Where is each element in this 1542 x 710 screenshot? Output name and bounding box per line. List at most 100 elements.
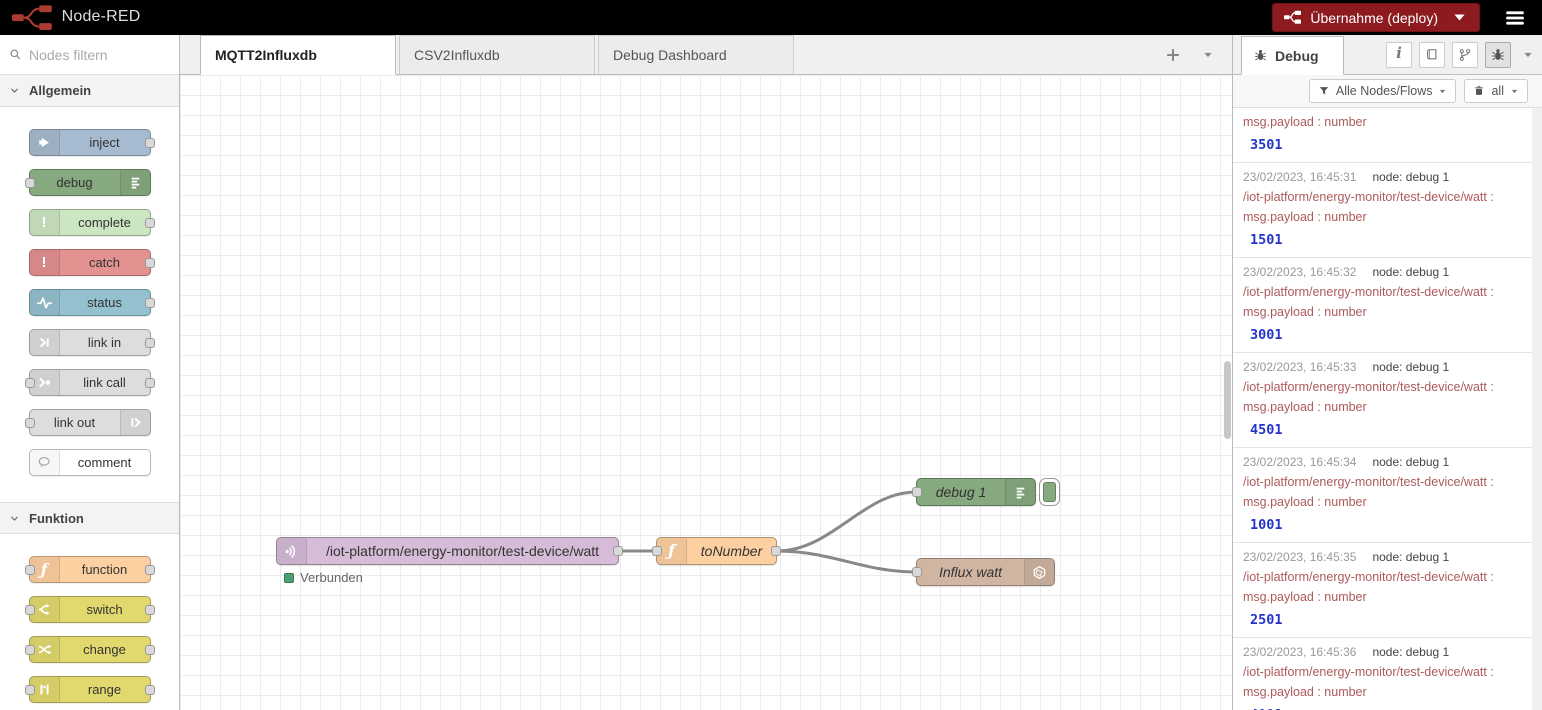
debug-message[interactable]: msg.payload : number3501 — [1233, 108, 1542, 163]
flow-list-caret-icon[interactable] — [1202, 49, 1214, 61]
debug-scrollbar[interactable] — [1532, 108, 1542, 710]
node-port-right[interactable] — [613, 546, 623, 556]
message-value[interactable]: 4001 — [1243, 702, 1522, 710]
node-port-right[interactable] — [145, 378, 155, 388]
message-timestamp: 23/02/2023, 16:45:34 — [1243, 452, 1356, 472]
palette-node-inject[interactable]: inject — [29, 129, 151, 156]
debug-message[interactable]: 23/02/2023, 16:45:31node: debug 1/iot-pl… — [1233, 163, 1542, 258]
range-icon — [37, 682, 52, 697]
debug-enable-toggle[interactable] — [1039, 478, 1060, 506]
node-port-right[interactable] — [145, 645, 155, 655]
palette-node-status[interactable]: status — [29, 289, 151, 316]
palette-node-link-out[interactable]: link out — [29, 409, 151, 436]
palette-node-catch[interactable]: !catch — [29, 249, 151, 276]
message-value[interactable]: 2501 — [1243, 607, 1522, 631]
palette-node-function[interactable]: ƒfunction — [29, 556, 151, 583]
chevron-down-icon — [9, 513, 20, 524]
message-payload-path: msg.payload : number — [1243, 302, 1522, 322]
message-timestamp: 23/02/2023, 16:45:35 — [1243, 547, 1356, 567]
palette-node-link-in[interactable]: link in — [29, 329, 151, 356]
node-port-right[interactable] — [145, 685, 155, 695]
node-port-right[interactable] — [771, 546, 781, 556]
node-port-right[interactable] — [145, 338, 155, 348]
message-value[interactable]: 3501 — [1243, 132, 1522, 156]
palette-section-allgemein[interactable]: Allgemein — [0, 75, 179, 107]
chevron-down-icon — [1510, 87, 1519, 96]
add-flow-button[interactable] — [1164, 46, 1182, 64]
flow-tab-csv2influxdb[interactable]: CSV2Influxdb — [399, 35, 595, 75]
node-port-left[interactable] — [25, 685, 35, 695]
hamburger-icon[interactable] — [1504, 7, 1526, 29]
debug-filter-button[interactable]: Alle Nodes/Flows — [1309, 79, 1457, 103]
palette-node-label: link in — [60, 335, 150, 350]
wire[interactable] — [777, 492, 916, 551]
app-header: Node-RED Übernahme (deploy) — [0, 0, 1542, 35]
node-port-left[interactable] — [25, 178, 35, 188]
node-port-right[interactable] — [145, 138, 155, 148]
palette-section-funktion[interactable]: Funktion — [0, 502, 179, 534]
message-value[interactable]: 1001 — [1243, 512, 1522, 536]
trash-icon — [1473, 85, 1485, 97]
flow-node-mqtt-in[interactable]: /iot-platform/energy-monitor/test-device… — [276, 537, 619, 565]
node-palette: Allgemein inject debug !complete !catch statu… — [0, 35, 180, 710]
search-icon — [9, 48, 22, 61]
palette-node-change[interactable]: change — [29, 636, 151, 663]
palette-node-label: inject — [60, 135, 150, 150]
canvas-vertical-scrollbar — [1223, 75, 1231, 710]
node-port-right[interactable] — [145, 258, 155, 268]
flow-node-toNumber[interactable]: ƒtoNumber — [656, 537, 777, 565]
node-port-left[interactable] — [912, 567, 922, 577]
debug-button[interactable] — [1485, 42, 1511, 68]
deploy-button[interactable]: Übernahme (deploy) — [1272, 3, 1480, 32]
debug-message[interactable]: 23/02/2023, 16:45:36node: debug 1/iot-pl… — [1233, 638, 1542, 710]
message-timestamp: 23/02/2023, 16:45:36 — [1243, 642, 1356, 662]
flow-tab-debug-dashboard[interactable]: Debug Dashboard — [598, 35, 794, 75]
palette-node-label: switch — [60, 602, 150, 617]
flow-tab-mqtt2influxdb[interactable]: MQTT2Influxdb — [200, 35, 396, 75]
debug-message[interactable]: 23/02/2023, 16:45:35node: debug 1/iot-pl… — [1233, 543, 1542, 638]
node-port-left[interactable] — [912, 487, 922, 497]
info-button[interactable]: i — [1386, 42, 1412, 68]
message-value[interactable]: 1501 — [1243, 227, 1522, 251]
debug-message[interactable]: 23/02/2023, 16:45:33node: debug 1/iot-pl… — [1233, 353, 1542, 448]
palette-node-comment[interactable]: comment — [29, 449, 151, 476]
flow-node-debug-1[interactable]: debug 1 — [916, 478, 1036, 506]
search-input[interactable] — [29, 47, 159, 63]
node-port-right[interactable] — [145, 218, 155, 228]
message-value[interactable]: 3001 — [1243, 322, 1522, 346]
flow-canvas[interactable]: /iot-platform/energy-monitor/test-device… — [180, 75, 1232, 710]
message-timestamp: 23/02/2023, 16:45:31 — [1243, 167, 1356, 187]
projects-button[interactable] — [1452, 42, 1478, 68]
flow-node-label: /iot-platform/energy-monitor/test-device… — [307, 543, 618, 559]
canvas-scrollbar-thumb[interactable] — [1224, 361, 1231, 439]
workspace: MQTT2InfluxdbCSV2InfluxdbDebug Dashboard… — [180, 35, 1232, 710]
palette-node-complete[interactable]: !complete — [29, 209, 151, 236]
tab-debug[interactable]: Debug — [1241, 36, 1344, 75]
node-port-right[interactable] — [145, 298, 155, 308]
node-port-right[interactable] — [145, 605, 155, 615]
help-button[interactable] — [1419, 42, 1445, 68]
debug-message[interactable]: 23/02/2023, 16:45:32node: debug 1/iot-pl… — [1233, 258, 1542, 353]
palette-node-label: status — [60, 295, 150, 310]
node-port-left[interactable] — [25, 605, 35, 615]
node-icon-section — [1005, 479, 1035, 505]
palette-node-switch[interactable]: switch — [29, 596, 151, 623]
node-port-left[interactable] — [25, 378, 35, 388]
debug-message[interactable]: 23/02/2023, 16:45:34node: debug 1/iot-pl… — [1233, 448, 1542, 543]
sidebar-menu-button[interactable] — [1522, 49, 1534, 61]
node-port-left[interactable] — [25, 645, 35, 655]
deploy-options-caret-icon[interactable] — [1451, 9, 1468, 26]
node-port-left[interactable] — [25, 565, 35, 575]
node-port-left[interactable] — [652, 546, 662, 556]
flow-node-influx-watt[interactable]: Influx watt — [916, 558, 1055, 586]
palette-node-link-call[interactable]: link call — [29, 369, 151, 396]
node-port-right[interactable] — [145, 565, 155, 575]
message-topic: /iot-platform/energy-monitor/test-device… — [1243, 377, 1522, 397]
palette-node-debug[interactable]: debug — [29, 169, 151, 196]
message-value[interactable]: 4501 — [1243, 417, 1522, 441]
palette-node-range[interactable]: range — [29, 676, 151, 703]
palette-search — [0, 35, 179, 75]
debug-clear-button[interactable]: all — [1464, 79, 1528, 103]
wire[interactable] — [777, 551, 916, 572]
node-port-left[interactable] — [25, 418, 35, 428]
